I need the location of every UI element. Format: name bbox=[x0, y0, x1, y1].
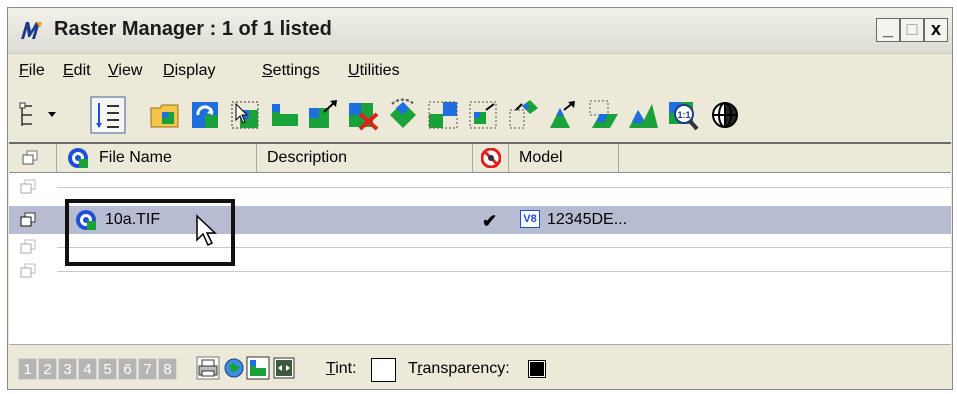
maximize-button[interactable]: □ bbox=[900, 18, 924, 42]
raster-file-icon bbox=[68, 148, 88, 168]
view-button-7[interactable]: 7 bbox=[138, 358, 157, 380]
menu-bar: File Edit View Display Settings Utilitie… bbox=[8, 56, 952, 86]
open-raster-icon[interactable] bbox=[148, 98, 182, 132]
menu-display-label: isplay bbox=[174, 62, 216, 79]
tree-view-dropdown-icon[interactable] bbox=[16, 98, 60, 132]
status-bar: 1 2 3 4 5 6 7 8 Tint: Transparency: bbox=[8, 346, 952, 390]
rotate-raster-icon[interactable] bbox=[386, 98, 420, 132]
transparency-swatch-fill bbox=[530, 362, 544, 376]
transparency-label: Transparency: bbox=[408, 360, 510, 378]
view-button-3[interactable]: 3 bbox=[58, 358, 77, 380]
list-view-icon[interactable] bbox=[90, 96, 126, 134]
raster-display-icon[interactable] bbox=[246, 356, 270, 380]
tint-accel: T bbox=[326, 360, 336, 377]
mouse-cursor-icon bbox=[196, 214, 217, 247]
microstation-logo-icon bbox=[21, 22, 42, 39]
layer-stack-icon bbox=[20, 239, 36, 254]
layer-stack-icon bbox=[20, 263, 36, 278]
tint-rest: int: bbox=[335, 360, 357, 377]
view-button-4[interactable]: 4 bbox=[78, 358, 97, 380]
header-model-label: Model bbox=[519, 149, 563, 166]
header-model[interactable]: Model bbox=[509, 144, 619, 172]
menu-edit-accel: E bbox=[63, 62, 74, 79]
view-button-6[interactable]: 6 bbox=[118, 358, 137, 380]
globe-display-icon[interactable] bbox=[222, 356, 246, 380]
window-title: Raster Manager : 1 of 1 listed bbox=[54, 18, 332, 40]
print-icon[interactable] bbox=[196, 356, 220, 380]
header-file-name-label: File Name bbox=[99, 149, 172, 166]
zoom-1-to-1-icon[interactable]: 1:1 bbox=[666, 98, 700, 132]
display-off-icon bbox=[481, 148, 501, 168]
select-raster-icon[interactable] bbox=[228, 98, 262, 132]
layer-stack-icon bbox=[20, 179, 36, 194]
transparency-rest: ansparency: bbox=[422, 360, 510, 377]
menu-display-accel: D bbox=[163, 62, 175, 79]
minimize-button[interactable]: _ bbox=[876, 18, 900, 42]
header-file-name[interactable]: File Name bbox=[57, 144, 257, 172]
menu-settings[interactable]: Settings bbox=[262, 62, 320, 80]
view-button-5[interactable]: 5 bbox=[98, 358, 117, 380]
menu-settings-label: ettings bbox=[272, 62, 320, 79]
reload-raster-icon[interactable] bbox=[188, 98, 222, 132]
menu-file-accel: F bbox=[19, 62, 29, 79]
title-bar[interactable]: Raster Manager : 1 of 1 listed _ □ x bbox=[8, 8, 952, 54]
fit-view-icon[interactable] bbox=[272, 356, 296, 380]
menu-edit[interactable]: Edit bbox=[63, 62, 91, 80]
layer-stack-icon bbox=[22, 150, 38, 165]
menu-settings-accel: S bbox=[262, 62, 273, 79]
raster-manager-window: Raster Manager : 1 of 1 listed _ □ x Fil… bbox=[7, 7, 953, 390]
transparency-pre: T bbox=[408, 360, 418, 377]
menu-view-accel: V bbox=[108, 62, 119, 79]
menu-display[interactable]: Display bbox=[163, 62, 215, 80]
transparency-swatch[interactable] bbox=[528, 360, 546, 378]
scale-raster-icon[interactable] bbox=[306, 98, 340, 132]
menu-view[interactable]: View bbox=[108, 62, 142, 80]
v8-model-icon: V8 bbox=[520, 210, 540, 228]
toolbar: 1:1 bbox=[8, 92, 952, 138]
model-cell[interactable]: 12345DE... bbox=[547, 209, 627, 231]
tint-label: Tint: bbox=[326, 360, 357, 378]
display-checkmark[interactable]: ✔ bbox=[482, 210, 497, 232]
menu-utilities-label: tilities bbox=[359, 62, 400, 79]
delete-raster-icon[interactable] bbox=[346, 98, 380, 132]
svg-text:1:1: 1:1 bbox=[677, 110, 690, 120]
header-slot[interactable] bbox=[9, 144, 57, 172]
table-row[interactable] bbox=[9, 176, 951, 198]
drape-raster-icon[interactable] bbox=[626, 98, 660, 132]
row-placeholder-line bbox=[57, 187, 951, 188]
view-button-1[interactable]: 1 bbox=[18, 358, 37, 380]
menu-file-label: ile bbox=[28, 62, 45, 79]
view-button-2[interactable]: 2 bbox=[38, 358, 57, 380]
menu-edit-label: dit bbox=[73, 62, 91, 79]
view-button-8[interactable]: 8 bbox=[158, 358, 177, 380]
menu-utilities[interactable]: Utilities bbox=[348, 62, 400, 80]
header-description[interactable]: Description bbox=[257, 144, 473, 172]
warp-raster-icon[interactable] bbox=[506, 98, 540, 132]
align-raster-icon[interactable] bbox=[546, 98, 580, 132]
move-raster-icon[interactable] bbox=[268, 98, 302, 132]
transform-raster-icon[interactable] bbox=[586, 98, 620, 132]
header-display[interactable] bbox=[473, 144, 509, 172]
globe-icon[interactable] bbox=[708, 98, 742, 132]
menu-file[interactable]: File bbox=[19, 62, 45, 80]
menu-view-label: iew bbox=[118, 62, 143, 79]
layer-stack-icon bbox=[20, 212, 36, 227]
tint-color-swatch[interactable] bbox=[371, 358, 396, 382]
row-placeholder-line bbox=[57, 271, 951, 272]
header-description-label: Description bbox=[267, 149, 348, 166]
clip-raster-icon[interactable] bbox=[466, 98, 500, 132]
raster-list[interactable]: File Name Description Model 10a.TIF ✔ V8… bbox=[9, 142, 951, 345]
list-header: File Name Description Model bbox=[9, 144, 951, 173]
mirror-raster-icon[interactable] bbox=[426, 98, 460, 132]
close-button[interactable]: x bbox=[924, 18, 948, 42]
menu-utilities-accel: U bbox=[348, 62, 360, 79]
